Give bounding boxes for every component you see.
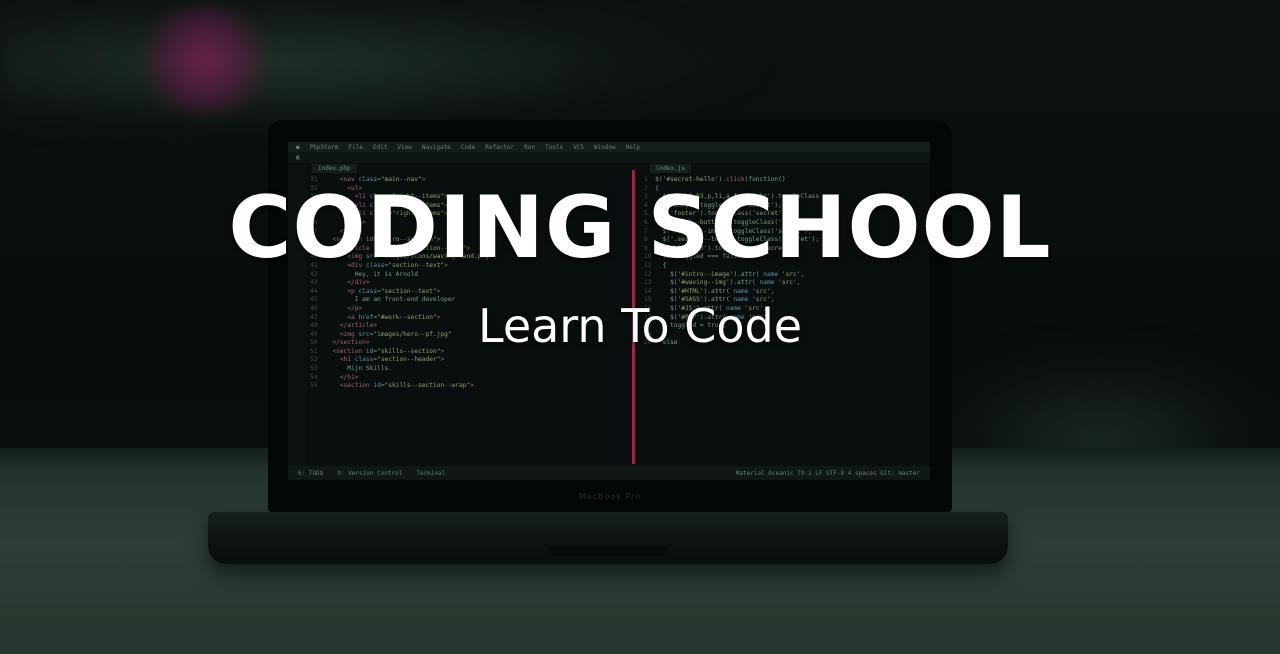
background-scene: ● PhpStorm File Edit View Navigate Code … [0, 0, 1280, 654]
image-tint-overlay [0, 0, 1280, 654]
